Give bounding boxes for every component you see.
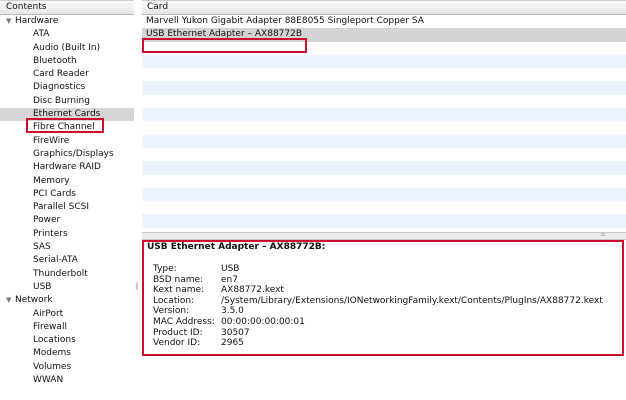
empty-row	[142, 214, 626, 228]
tree-item-audio[interactable]: Audio (Built In)	[0, 42, 134, 55]
empty-row	[142, 54, 626, 69]
empty-row	[142, 42, 626, 55]
tree-item-memory[interactable]: Memory	[0, 175, 134, 188]
tree-item-sas[interactable]: SAS	[0, 241, 134, 254]
empty-row	[142, 134, 626, 148]
property-value: /System/Library/Extensions/IONetworkingF…	[221, 295, 603, 306]
property-row: Location: /System/Library/Extensions/ION…	[153, 296, 603, 307]
tree-item-firewall[interactable]: Firewall	[0, 321, 134, 334]
tree-item-serial-ata[interactable]: Serial-ATA	[0, 254, 134, 267]
tree-item-diagnostics[interactable]: Diagnostics	[0, 81, 134, 94]
contents-sidebar: Contents ▼ Hardware ATA Audio (Built In) …	[0, 0, 135, 400]
property-row: Product ID: 30507	[153, 328, 603, 339]
empty-row	[142, 81, 626, 95]
property-key: Product ID:	[153, 327, 203, 338]
card-column-header[interactable]: Card	[142, 0, 626, 15]
property-value: 2965	[221, 338, 244, 349]
detail-title: USB Ethernet Adapter – AX88772B:	[147, 242, 326, 252]
tree-item-firewire[interactable]: FireWire	[0, 135, 134, 148]
disclosure-triangle-down-icon[interactable]: ▼	[6, 15, 15, 28]
empty-row	[142, 68, 626, 81]
property-value: USB	[221, 264, 240, 274]
vertical-splitter[interactable]: ‖	[134, 0, 142, 400]
tree-group-label: Hardware	[15, 16, 59, 26]
tree-group-hardware[interactable]: ▼ Hardware	[0, 15, 134, 28]
splitter-grip-icon[interactable]: ‖	[135, 282, 139, 290]
property-row: Type: USB	[153, 264, 603, 275]
tree-item-thunderbolt[interactable]: Thunderbolt	[0, 268, 134, 281]
property-value: AX88772.kext	[221, 285, 284, 296]
card-row-selected[interactable]: USB Ethernet Adapter – AX88772B	[142, 28, 626, 42]
tree-item-hardware-raid[interactable]: Hardware RAID	[0, 161, 134, 174]
tree-item-modems[interactable]: Modems	[0, 347, 134, 360]
tree-item-fibre-channel[interactable]: Fibre Channel	[0, 121, 134, 134]
tree-group-label: Network	[15, 295, 53, 306]
property-row: MAC Address: 00:00:00:00:00:01	[153, 317, 603, 328]
tree-item-wwan[interactable]: WWAN	[0, 374, 134, 387]
empty-row	[142, 95, 626, 108]
property-key: BSD name:	[153, 274, 204, 285]
tree-item-ata[interactable]: ATA	[0, 28, 134, 41]
property-key: Type:	[153, 264, 177, 274]
empty-row	[142, 161, 626, 175]
empty-row	[142, 201, 626, 214]
tree-item-volumes[interactable]: Volumes	[0, 361, 134, 374]
tree-item-pci-cards[interactable]: PCI Cards	[0, 188, 134, 201]
contents-tree: ▼ Hardware ATA Audio (Built In) Bluetooth…	[0, 15, 134, 387]
property-value: en7	[221, 274, 238, 285]
property-value: 30507	[221, 327, 250, 338]
tree-item-parallel-scsi[interactable]: Parallel SCSI	[0, 201, 134, 214]
tree-item-ethernet-cards[interactable]: Ethernet Cards	[0, 108, 134, 122]
property-value: 3.5.0	[221, 306, 244, 317]
contents-header[interactable]: Contents	[0, 0, 134, 15]
tree-item-disc-burning[interactable]: Disc Burning	[0, 95, 134, 108]
property-row: Vendor ID: 2965	[153, 338, 603, 349]
property-value: 00:00:00:00:00:01	[221, 316, 305, 327]
tree-item-graphics-displays[interactable]: Graphics/Displays	[0, 148, 134, 161]
empty-row	[142, 121, 626, 134]
property-row: Kext name: AX88772.kext	[153, 285, 603, 296]
card-rows: Marvell Yukon Gigabit Adapter 88E8055 Si…	[142, 15, 626, 228]
empty-row	[142, 148, 626, 161]
property-key: Kext name:	[153, 285, 205, 296]
disclosure-triangle-down-icon[interactable]: ▼	[6, 294, 15, 307]
empty-row	[142, 187, 626, 202]
property-key: Version:	[153, 306, 190, 317]
tree-item-power[interactable]: Power	[0, 214, 134, 227]
card-row[interactable]: Marvell Yukon Gigabit Adapter 88E8055 Si…	[142, 15, 626, 28]
tree-item-airport[interactable]: AirPort	[0, 308, 134, 321]
tree-item-bluetooth[interactable]: Bluetooth	[0, 55, 134, 68]
tree-item-printers[interactable]: Printers	[0, 228, 134, 241]
property-key: MAC Address:	[153, 316, 215, 327]
empty-row	[142, 175, 626, 188]
detail-properties: Type: USB BSD name: en7 Kext name: AX887…	[153, 264, 603, 349]
property-row: Version: 3.5.0	[153, 306, 603, 317]
splitter-grip-icon[interactable]: =	[600, 231, 606, 239]
system-information-window: Contents ▼ Hardware ATA Audio (Built In) …	[0, 0, 626, 400]
tree-item-locations[interactable]: Locations	[0, 334, 134, 347]
tree-group-network[interactable]: ▼ Network	[0, 294, 134, 307]
card-list: Card Marvell Yukon Gigabit Adapter 88E80…	[142, 0, 626, 232]
empty-row	[142, 108, 626, 122]
tree-item-usb[interactable]: USB	[0, 281, 134, 294]
tree-item-card-reader[interactable]: Card Reader	[0, 68, 134, 81]
detail-pane: USB Ethernet Adapter – AX88772B: Type: U…	[142, 240, 626, 400]
property-row: BSD name: en7	[153, 275, 603, 286]
horizontal-splitter[interactable]: =	[142, 231, 626, 240]
property-key: Location:	[153, 295, 195, 306]
main-pane: Card Marvell Yukon Gigabit Adapter 88E80…	[142, 0, 626, 400]
property-key: Vendor ID:	[153, 338, 201, 349]
